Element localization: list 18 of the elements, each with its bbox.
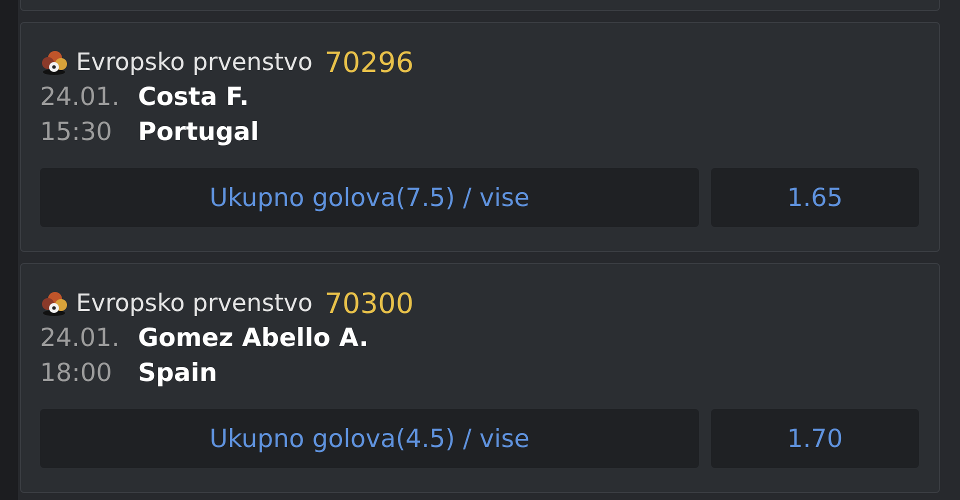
team-name: Portugal — [138, 117, 259, 146]
bet-market-button[interactable]: Ukupno golova(7.5) / vise — [40, 168, 699, 227]
team-name: Gomez Abello A. — [138, 323, 368, 352]
league-name: Evropsko prvenstvo — [76, 289, 313, 317]
team-name: Spain — [138, 358, 218, 387]
match-date: 24.01. — [40, 323, 121, 352]
match-code: 70300 — [324, 286, 414, 320]
sports-balls-icon — [40, 48, 68, 76]
match-code: 70296 — [324, 46, 414, 78]
match-date: 24.01. — [40, 82, 121, 111]
odds-button[interactable]: 1.65 — [711, 168, 919, 227]
sports-balls-icon — [40, 289, 68, 317]
bet-market-button[interactable]: Ukupno golova(4.5) / vise — [40, 409, 699, 468]
match-time: 15:30 — [40, 117, 114, 146]
league-name: Evropsko prvenstvo — [76, 48, 313, 76]
team-name: Costa F. — [138, 82, 249, 111]
odds-button[interactable]: 1.70 — [711, 409, 919, 468]
match-time: 18:00 — [40, 358, 114, 387]
